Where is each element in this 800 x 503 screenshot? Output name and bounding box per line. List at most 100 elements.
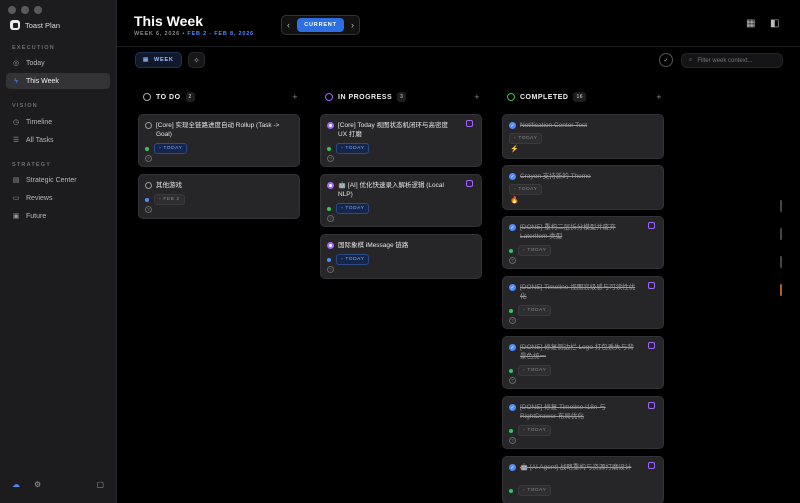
sidebar-item-this-week[interactable]: ϟ This Week — [6, 73, 110, 89]
grid-view-icon[interactable]: ▦ — [746, 18, 755, 29]
checked-checkbox-icon[interactable]: ✓ — [509, 224, 516, 231]
task-badge: ▫ TODAY — [145, 143, 188, 154]
linked-goal-icon[interactable] — [648, 342, 655, 349]
task-title: [DONE] Timeline 视图高级感与可读性优化 — [520, 284, 636, 300]
task-card[interactable]: [Core] Today 视图状态机闭环与高密度 UX 打磨 ▫ TODAY ? — [320, 114, 482, 167]
checked-checkbox-icon[interactable]: ✓ — [509, 122, 516, 129]
checked-checkbox-icon[interactable]: ✓ — [509, 404, 516, 411]
close-window-button[interactable] — [8, 6, 16, 14]
checkbox-icon[interactable] — [145, 182, 152, 189]
minimap-mark[interactable] — [780, 284, 782, 296]
priority-dot — [509, 428, 513, 433]
sidebar-item-reviews[interactable]: ▭ Reviews — [6, 190, 110, 206]
sidebar-item-today[interactable]: ◎ Today — [6, 55, 110, 71]
sidebar-toggle-icon[interactable]: ◧ — [770, 18, 779, 29]
help-icon[interactable]: ? — [145, 155, 152, 162]
linked-goal-icon[interactable] — [648, 222, 655, 229]
task-card[interactable]: [Core] 实现全链路进度自动 Rollup (Task -> Goal) ▫… — [138, 114, 300, 167]
sidebar-item-strategic-center[interactable]: ▤ Strategic Center — [6, 172, 110, 188]
column-in-progress: IN PROGRESS 3 + [Core] Today 视图状态机闭环与高密度… — [320, 88, 482, 279]
zoom-window-button[interactable] — [34, 6, 42, 14]
minimap-mark[interactable] — [780, 228, 782, 240]
view-week-button[interactable]: ▤ WEEK — [135, 52, 182, 68]
priority-dot — [327, 257, 331, 262]
magic-wand-button[interactable]: ✧ — [188, 52, 205, 68]
completed-status-icon — [507, 93, 515, 101]
task-badge: ▫ TODAY — [327, 254, 370, 265]
help-icon[interactable]: ? — [509, 437, 516, 444]
task-card[interactable]: ✓ Crayon 支持新的 Theme ▫ TODAY 🔥 — [502, 165, 664, 210]
linked-goal-icon[interactable] — [466, 180, 473, 187]
app-name: Toast Plan — [25, 20, 61, 30]
current-week-button[interactable]: CURRENT — [297, 18, 344, 32]
task-card[interactable]: 国际象棋 iMessage 链路 ▫ TODAY ? — [320, 234, 482, 279]
chevron-right-icon[interactable]: › — [351, 20, 354, 30]
help-icon[interactable]: ? — [145, 206, 152, 213]
progress-checkbox-icon[interactable] — [327, 242, 334, 249]
sidebar-item-label: Future — [26, 212, 47, 220]
gear-icon[interactable]: ⚙ — [34, 480, 41, 489]
column-count: 2 — [185, 92, 195, 102]
linked-goal-icon[interactable] — [648, 462, 655, 469]
progress-checkbox-icon[interactable] — [327, 122, 334, 129]
linked-goal-icon[interactable] — [648, 282, 655, 289]
check-circle-button[interactable]: ✓ — [659, 53, 673, 67]
minimize-window-button[interactable] — [21, 6, 29, 14]
priority-dot — [327, 146, 331, 151]
task-card[interactable]: ✓ [DONE] Timeline 视图高级感与可读性优化 ▫ TODAY ? — [502, 276, 664, 329]
clock-icon: ◷ — [12, 119, 20, 126]
task-badge: ▫ TODAY — [509, 425, 552, 436]
task-card[interactable]: 🤖 [AI] 优化快速录入解析逻辑 (Local NLP) ▫ TODAY ? — [320, 174, 482, 227]
sidebar-item-all-tasks[interactable]: ☰ All Tasks — [6, 132, 110, 148]
task-card[interactable]: ✓ [DONE] 修复 Timeline i18n 与 RightDrawer … — [502, 396, 664, 449]
list-icon: ☰ — [12, 137, 20, 144]
task-badge: ▫ TODAY — [327, 143, 370, 154]
date-tag: ▫ TODAY — [518, 365, 552, 376]
help-icon[interactable]: ? — [327, 215, 334, 222]
minimap-mark[interactable] — [780, 200, 782, 212]
date-range: FEB 2 - FEB 8, 2026 — [187, 31, 254, 37]
add-task-button[interactable]: + — [656, 92, 662, 102]
sidebar-item-timeline[interactable]: ◷ Timeline — [6, 114, 110, 130]
minimap-mark[interactable] — [780, 256, 782, 268]
task-card[interactable]: ✓ [DONE] 重构二层拆分模型并废弃 LaterItem 类型 ▫ TODA… — [502, 216, 664, 269]
chat-icon[interactable]: ▢ — [96, 480, 104, 489]
box-icon: ▣ — [12, 213, 20, 220]
add-task-button[interactable]: + — [292, 92, 298, 102]
linked-goal-icon[interactable] — [648, 402, 655, 409]
help-icon[interactable]: ? — [327, 155, 334, 162]
checked-checkbox-icon[interactable]: ✓ — [509, 173, 516, 180]
linked-goal-icon[interactable] — [466, 120, 473, 127]
checked-checkbox-icon[interactable]: ✓ — [509, 344, 516, 351]
checked-checkbox-icon[interactable]: ✓ — [509, 284, 516, 291]
checked-checkbox-icon[interactable]: ✓ — [509, 464, 516, 471]
target-icon: ◎ — [12, 60, 20, 67]
in-progress-status-icon — [325, 93, 333, 101]
help-icon[interactable]: ? — [509, 377, 516, 384]
column-title: IN PROGRESS — [338, 93, 393, 101]
task-card[interactable]: 其他游戏 ▫ FEB 2 ? — [138, 174, 300, 219]
bolt-icon: ϟ — [14, 77, 18, 85]
task-card[interactable]: ✓ 🤖 [AI Agent] 战略重构与资源打磨设计 ▫ TODAY — [502, 456, 664, 503]
date-tag: ▫ TODAY — [336, 254, 370, 265]
week-pager: ‹ CURRENT › — [281, 15, 360, 35]
task-title: 🤖 [AI Agent] 战略重构与资源打磨设计 — [520, 464, 632, 471]
progress-checkbox-icon[interactable] — [327, 182, 334, 189]
add-task-button[interactable]: + — [474, 92, 480, 102]
task-card[interactable]: ✓ [DONE] 修复侧边栏 Logo 打包丢失与背景色统一 ▫ TODAY ? — [502, 336, 664, 389]
checkbox-icon[interactable] — [145, 122, 152, 129]
check-icon: ✓ — [663, 57, 669, 64]
help-icon[interactable]: ? — [327, 266, 334, 273]
column-count: 16 — [573, 92, 587, 102]
column-count: 3 — [397, 92, 407, 102]
sidebar-item-future[interactable]: ▣ Future — [6, 208, 110, 224]
date-tag: ▫ FEB 2 — [154, 194, 185, 205]
priority-dot — [509, 248, 513, 253]
filter-input[interactable]: ⌕ Filter week context... — [681, 53, 783, 68]
help-icon[interactable]: ? — [509, 317, 516, 324]
chevron-left-icon[interactable]: ‹ — [287, 20, 290, 30]
help-icon[interactable]: ? — [509, 257, 516, 264]
task-card[interactable]: ✓ Notification Center Test ▫ TODAY ⚡ — [502, 114, 664, 159]
cloud-sync-icon[interactable]: ☁ — [12, 480, 20, 489]
task-badge: ▫ TODAY — [509, 305, 552, 316]
